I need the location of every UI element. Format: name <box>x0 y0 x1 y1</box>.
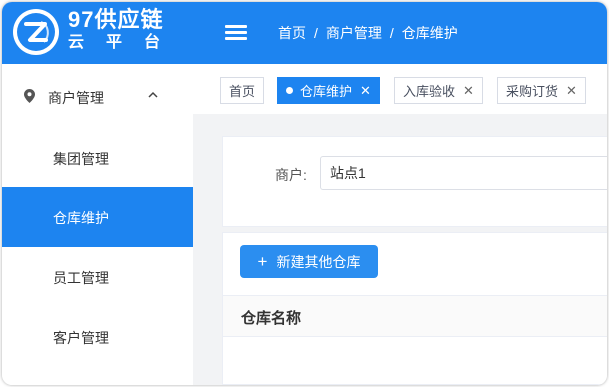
close-icon[interactable]: ✕ <box>463 83 474 99</box>
add-other-warehouse-button[interactable]: + 新建其他仓库 <box>240 245 378 278</box>
close-icon[interactable]: ✕ <box>566 83 577 99</box>
sidebar-item-group-management[interactable]: 集团管理 <box>2 128 193 188</box>
close-icon[interactable]: ✕ <box>360 83 371 99</box>
sidebar: 商户管理 集团管理 仓库维护 员工管理 客户管理 <box>2 64 193 385</box>
breadcrumb: 首页 / 商户管理 / 仓库维护 <box>278 23 458 43</box>
add-button-label: 新建其他仓库 <box>276 253 361 270</box>
sidebar-item-warehouse-maintenance[interactable]: 仓库维护 <box>2 187 193 247</box>
warehouse-table-panel: + 新建其他仓库 仓库名称 <box>222 232 607 385</box>
sidebar-item-label: 仓库维护 <box>53 210 109 226</box>
tab-label: 仓库维护 <box>300 84 353 99</box>
breadcrumb-current: 仓库维护 <box>401 25 458 41</box>
breadcrumb-merchant-management[interactable]: 商户管理 <box>326 23 382 43</box>
sidebar-group-label: 商户管理 <box>48 90 104 106</box>
chevron-up-icon <box>148 91 158 98</box>
tab-receiving-inspection[interactable]: 入库验收 ✕ <box>394 77 483 104</box>
tab-bar: 首页 仓库维护 ✕ 入库验收 ✕ 采购订货 ✕ <box>193 64 607 114</box>
main-content: 首页 仓库维护 ✕ 入库验收 ✕ 采购订货 ✕ 商户: + 新建其他仓库 <box>193 64 607 385</box>
tab-label: 采购订货 <box>506 84 559 99</box>
sidebar-group-merchant-management[interactable]: 商户管理 <box>2 64 193 128</box>
tab-label: 入库验收 <box>403 84 456 99</box>
sidebar-item-staff-management[interactable]: 员工管理 <box>2 247 193 307</box>
breadcrumb-separator: / <box>314 25 318 41</box>
active-dot-icon <box>286 87 293 94</box>
sidebar-item-label: 集团管理 <box>53 151 109 167</box>
brand-subtitle: 云平台 <box>68 34 183 51</box>
sidebar-item-customer-management[interactable]: 客户管理 <box>2 307 193 367</box>
location-pin-icon <box>24 89 35 103</box>
plus-icon: + <box>257 252 268 271</box>
column-header-warehouse-name: 仓库名称 <box>241 310 302 327</box>
sidebar-item-label: 员工管理 <box>53 270 109 286</box>
app-window: 97供应链 云平台 首页 / 商户管理 / 仓库维护 商户管理 集团管理 仓库维… <box>2 2 607 385</box>
merchant-select[interactable] <box>320 156 607 190</box>
breadcrumb-separator: / <box>389 25 394 41</box>
tab-purchase-order[interactable]: 采购订货 ✕ <box>497 77 586 104</box>
brand-title: 97供应链 <box>68 7 164 32</box>
tab-home[interactable]: 首页 <box>220 77 265 104</box>
tab-warehouse-maintenance[interactable]: 仓库维护 ✕ <box>277 77 380 104</box>
tab-label: 首页 <box>229 84 256 99</box>
merchant-field-label: 商户: <box>275 167 307 183</box>
menu-toggle-icon[interactable] <box>225 23 247 43</box>
sidebar-item-label: 客户管理 <box>53 330 109 346</box>
filter-panel: 商户: <box>222 136 607 227</box>
top-header: 97供应链 云平台 首页 / 商户管理 / 仓库维护 <box>2 2 607 64</box>
breadcrumb-home[interactable]: 首页 <box>278 23 306 43</box>
brand-logo-icon <box>13 9 59 55</box>
table-header-row: 仓库名称 <box>223 295 607 337</box>
